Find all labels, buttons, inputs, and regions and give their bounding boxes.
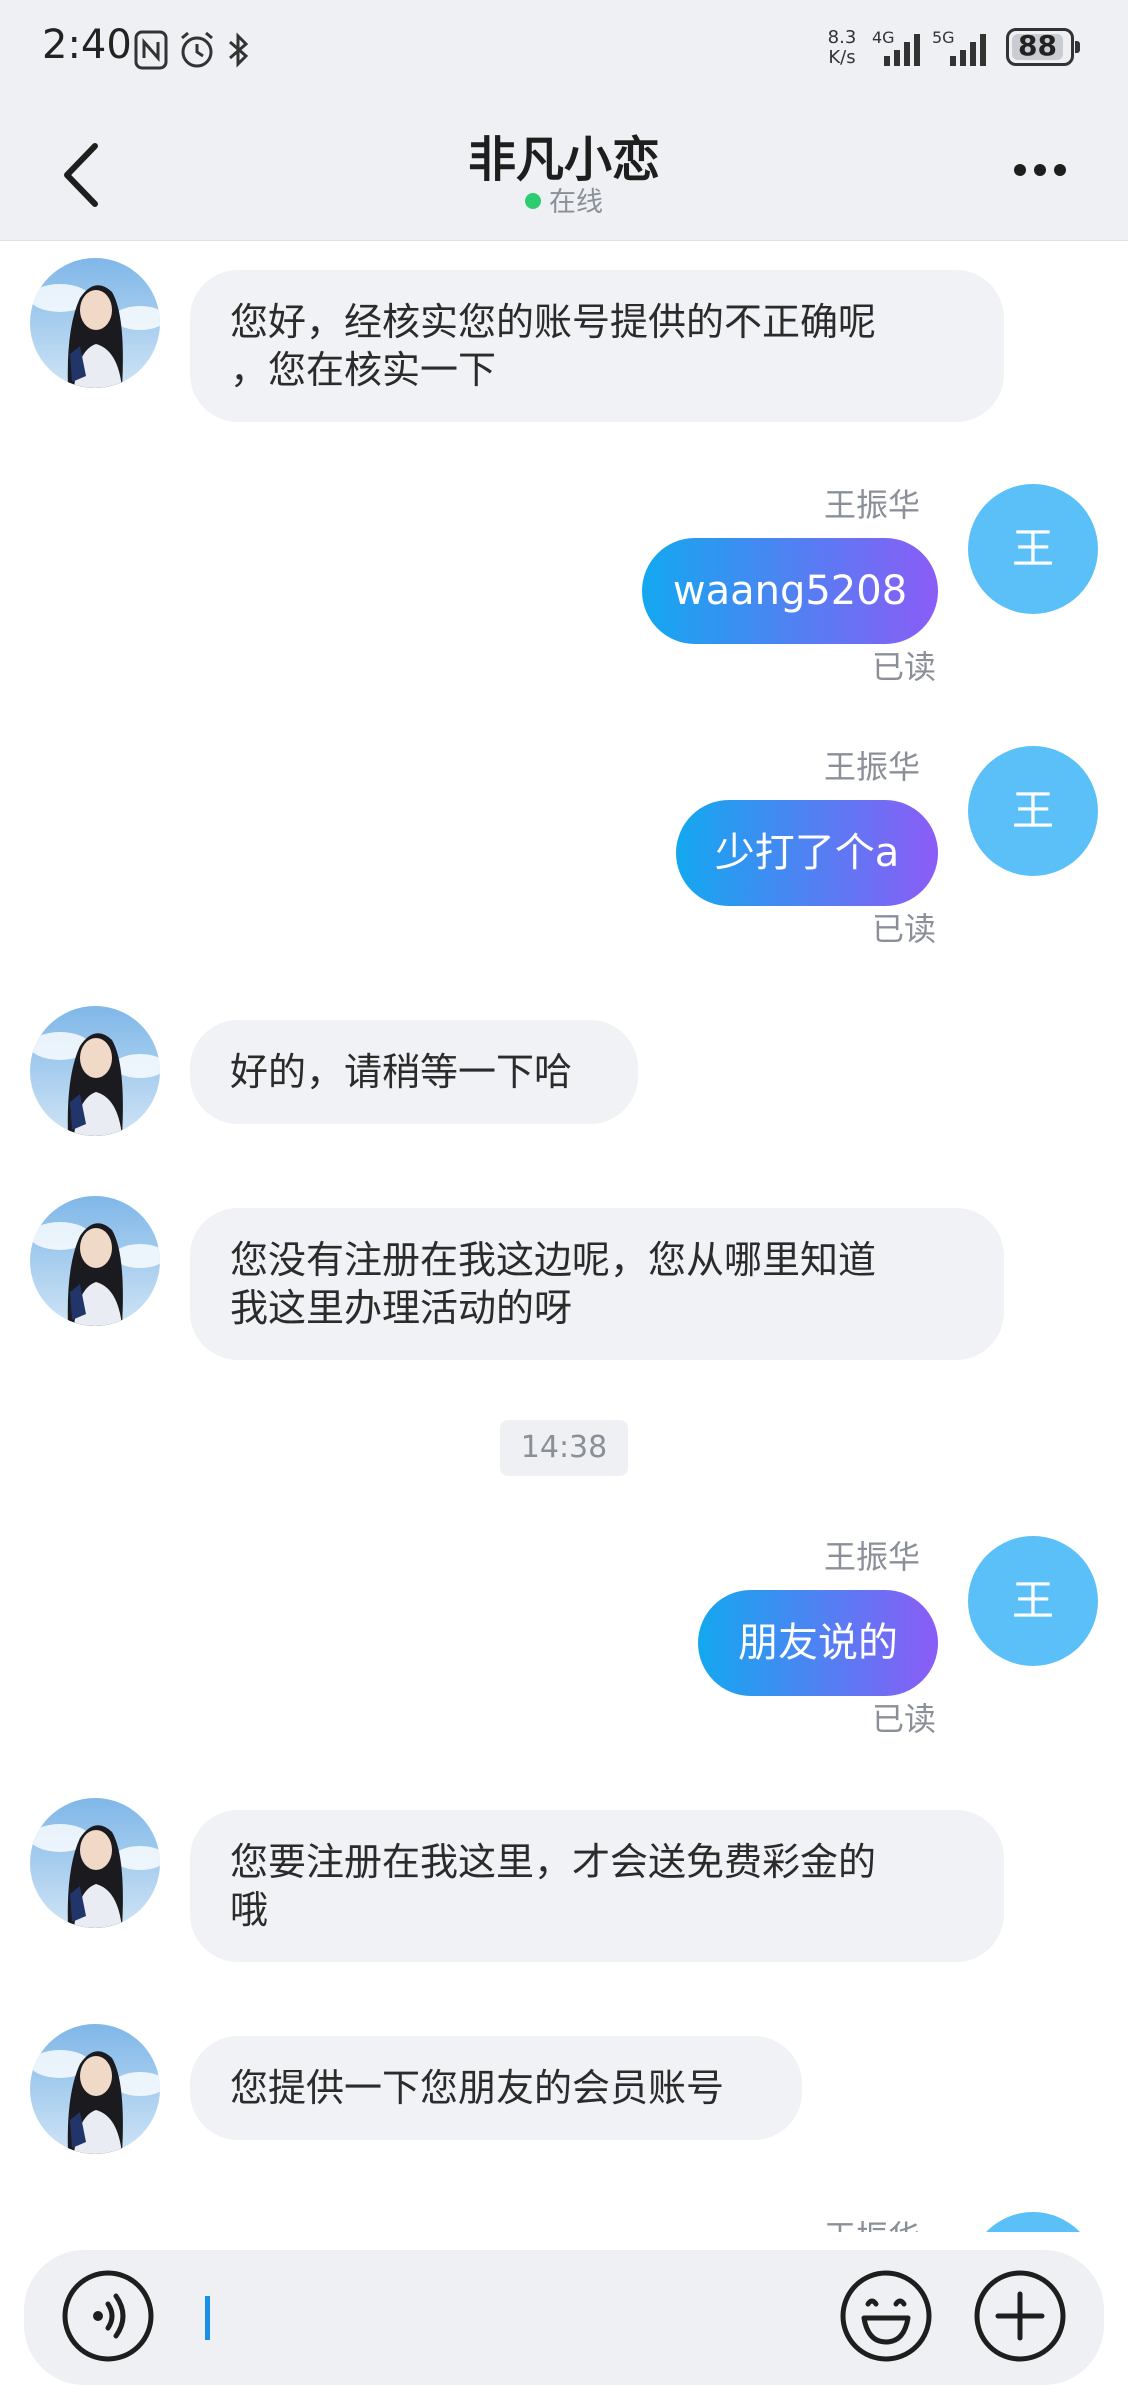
- timestamp-divider: 14:38: [500, 1420, 628, 1476]
- online-status-label: 在线: [549, 187, 603, 218]
- message-bubble-outgoing[interactable]: waang5208: [642, 538, 938, 644]
- message-bubble-incoming[interactable]: 您要注册在我这里，才会送免费彩金的 哦: [190, 1810, 1004, 1962]
- plus-icon[interactable]: [972, 2268, 1068, 2364]
- battery-level: 88: [1018, 29, 1057, 62]
- online-status: 在线: [0, 180, 1128, 219]
- message-text-line: 哦: [230, 1888, 269, 1932]
- alarm-icon: [181, 31, 213, 68]
- message-text-line: 您要注册在我这里，才会送免费彩金的: [230, 1840, 877, 1884]
- contact-avatar[interactable]: [30, 258, 160, 388]
- read-receipt: 已读: [871, 648, 936, 686]
- message-text-line: 您好，经核实您的账号提供的不正确呢: [230, 300, 877, 344]
- message-bubble-incoming[interactable]: 您提供一下您朋友的会员账号: [190, 2036, 802, 2140]
- message-input[interactable]: [205, 2296, 210, 2340]
- net-speed-unit: K/s: [828, 47, 856, 68]
- battery-indicator: 88: [1006, 28, 1080, 66]
- contact-avatar[interactable]: [30, 1006, 160, 1136]
- message-bubble-incoming[interactable]: 好的，请稍等一下哈: [190, 1020, 638, 1124]
- message-text-line: 您提供一下您朋友的会员账号: [230, 2066, 725, 2110]
- emoji-icon[interactable]: [838, 2268, 934, 2364]
- status-time: 2:40: [42, 22, 132, 68]
- sender-name: 王振华: [823, 748, 920, 786]
- message-bubble-outgoing[interactable]: 朋友说的: [698, 1590, 938, 1696]
- contact-avatar[interactable]: [30, 1196, 160, 1326]
- sender-name: 王振华: [700, 2212, 920, 2232]
- user-avatar[interactable]: 王: [968, 746, 1098, 876]
- user-avatar[interactable]: 王: [968, 1536, 1098, 1666]
- message-text-line: 好的，请稍等一下哈: [230, 1050, 573, 1094]
- message-input-bar: [24, 2250, 1104, 2385]
- partial-message-row: 王振华: [0, 2200, 1128, 2232]
- nfc-icon: [134, 30, 168, 70]
- user-avatar[interactable]: 王: [968, 484, 1098, 614]
- sender-name: 王振华: [823, 1538, 920, 1576]
- net-speed: 8.3 K/s: [822, 28, 862, 68]
- user-avatar[interactable]: [968, 2212, 1098, 2232]
- contact-avatar[interactable]: [30, 2024, 160, 2154]
- message-text-line: 您没有注册在我这边呢，您从哪里知道: [230, 1238, 877, 1282]
- message-bubble-outgoing[interactable]: 少打了个a: [676, 800, 938, 906]
- signal-bars-icon: [884, 34, 920, 66]
- message-text-line: 我这里办理活动的呀: [230, 1286, 573, 1330]
- online-dot: [525, 192, 541, 209]
- read-receipt: 已读: [871, 910, 936, 948]
- bluetooth-icon: [229, 32, 249, 68]
- voice-icon[interactable]: [60, 2268, 156, 2364]
- message-text-line: ，您在核实一下: [230, 348, 497, 392]
- sender-name: 王振华: [823, 486, 920, 524]
- net-speed-value: 8.3: [827, 27, 857, 48]
- signal-bars-icon: [950, 34, 986, 66]
- contact-avatar[interactable]: [30, 1798, 160, 1928]
- more-icon[interactable]: [1010, 150, 1070, 190]
- message-bubble-incoming[interactable]: 您好，经核实您的账号提供的不正确呢 ，您在核实一下: [190, 270, 1004, 422]
- read-receipt: 已读: [871, 1700, 936, 1738]
- message-bubble-incoming[interactable]: 您没有注册在我这边呢，您从哪里知道 我这里办理活动的呀: [190, 1208, 1004, 1360]
